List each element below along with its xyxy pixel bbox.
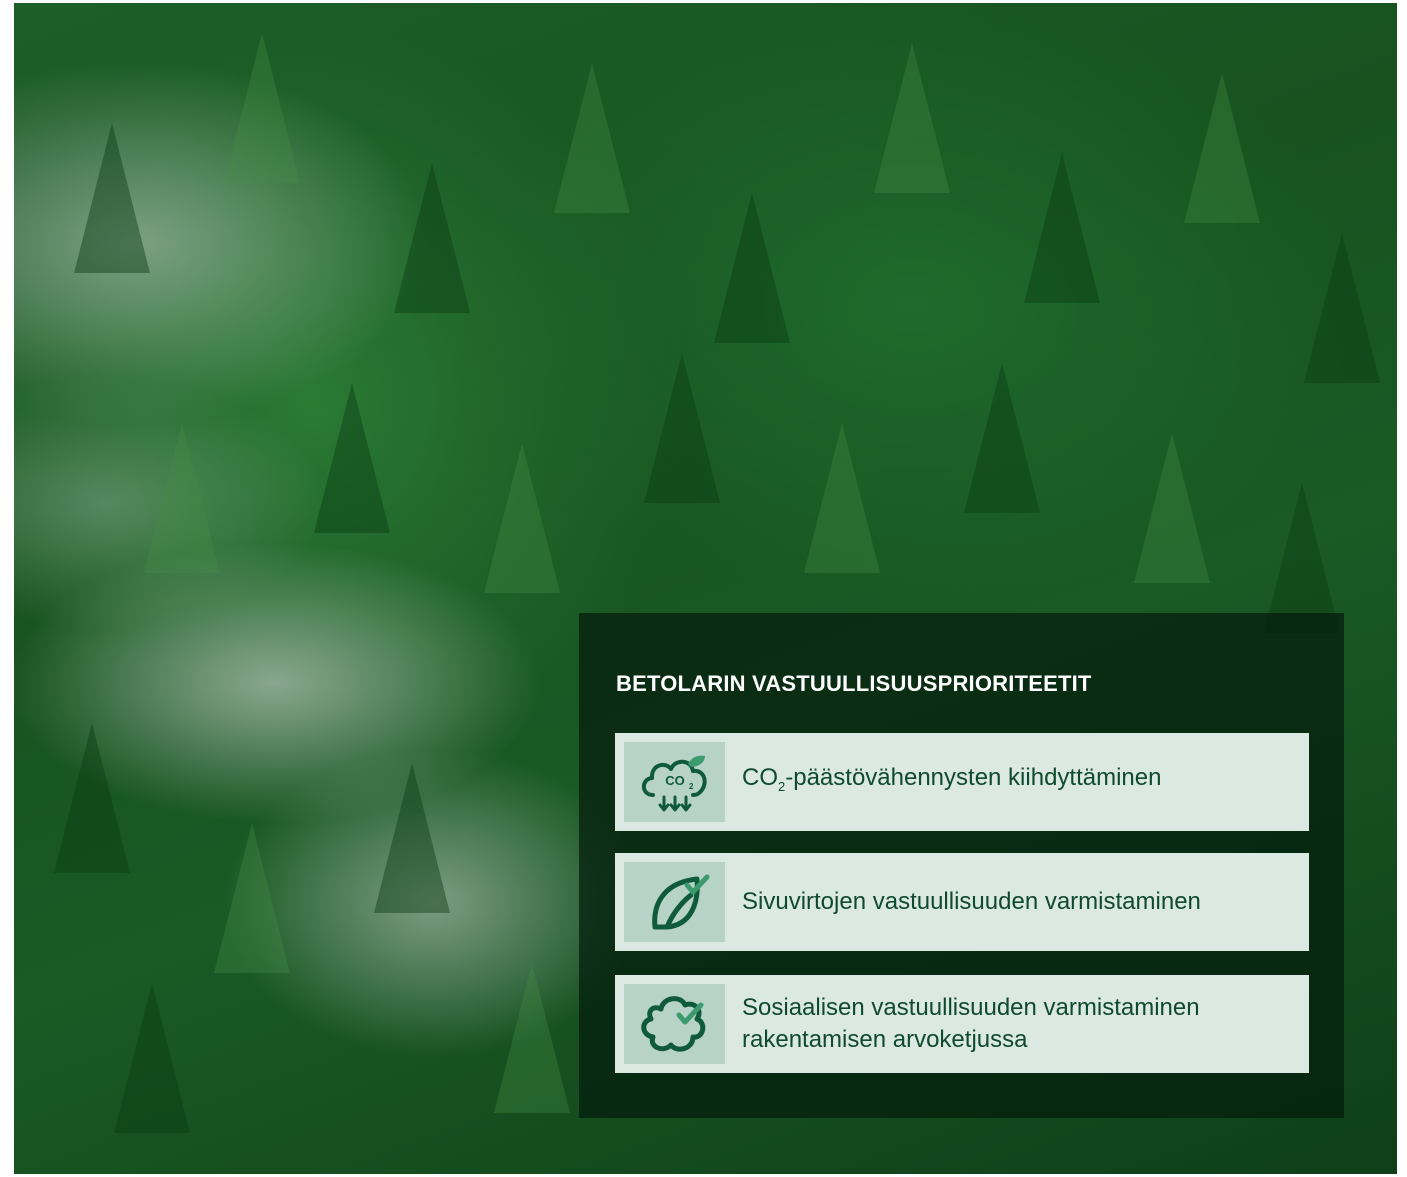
priority-label: CO2-päästövähennysten kiihdyttäminen <box>742 733 1289 831</box>
tree-shape <box>114 983 190 1133</box>
tree-shape <box>1134 433 1210 583</box>
priority-item-co2: CO 2 CO2-päästövähennysten kiihdyttämine… <box>615 733 1309 831</box>
panel-title: BETOLARIN VASTUULLISUUSPRIORITEETIT <box>616 671 1092 696</box>
svg-text:2: 2 <box>689 782 694 791</box>
tree-shape <box>224 33 300 183</box>
priority-label-suffix: -päästövähennysten kiihdyttäminen <box>785 763 1162 791</box>
tree-shape <box>494 963 570 1113</box>
tree-shape <box>1024 153 1100 303</box>
tree-shape <box>214 823 290 973</box>
tree-shape <box>554 63 630 213</box>
tree-shape <box>644 353 720 503</box>
co2-cloud-icon: CO 2 <box>624 742 725 822</box>
tree-shape <box>144 423 220 573</box>
tree-shape <box>394 163 470 313</box>
tree-shape <box>74 123 150 273</box>
priority-item-side-streams: Sivuvirtojen vastuullisuuden varmistamin… <box>615 853 1309 951</box>
tree-shape <box>374 763 450 913</box>
tree-shape <box>54 723 130 873</box>
svg-text:CO: CO <box>665 773 685 788</box>
tree-shape <box>874 43 950 193</box>
priority-item-social-responsibility: Sosiaalisen vastuullisuuden varmistamine… <box>615 975 1309 1073</box>
cloud-check-icon <box>624 984 725 1064</box>
leaf-check-icon <box>624 862 725 942</box>
priority-label: Sivuvirtojen vastuullisuuden varmistamin… <box>742 888 1201 915</box>
tree-shape <box>1184 73 1260 223</box>
tree-shape <box>1304 233 1380 383</box>
sustainability-priorities-panel: BETOLARIN VASTUULLISUUSPRIORITEETIT CO 2… <box>579 613 1344 1118</box>
tree-shape <box>714 193 790 343</box>
priority-label: Sosiaalisen vastuullisuuden varmistamine… <box>742 994 1200 1053</box>
forest-background-image: BETOLARIN VASTUULLISUUSPRIORITEETIT CO 2… <box>14 3 1397 1174</box>
tree-shape <box>964 363 1040 513</box>
tree-shape <box>484 443 560 593</box>
tree-shape <box>804 423 880 573</box>
tree-shape <box>1264 483 1340 633</box>
priority-label-prefix: CO <box>742 763 778 791</box>
tree-shape <box>314 383 390 533</box>
